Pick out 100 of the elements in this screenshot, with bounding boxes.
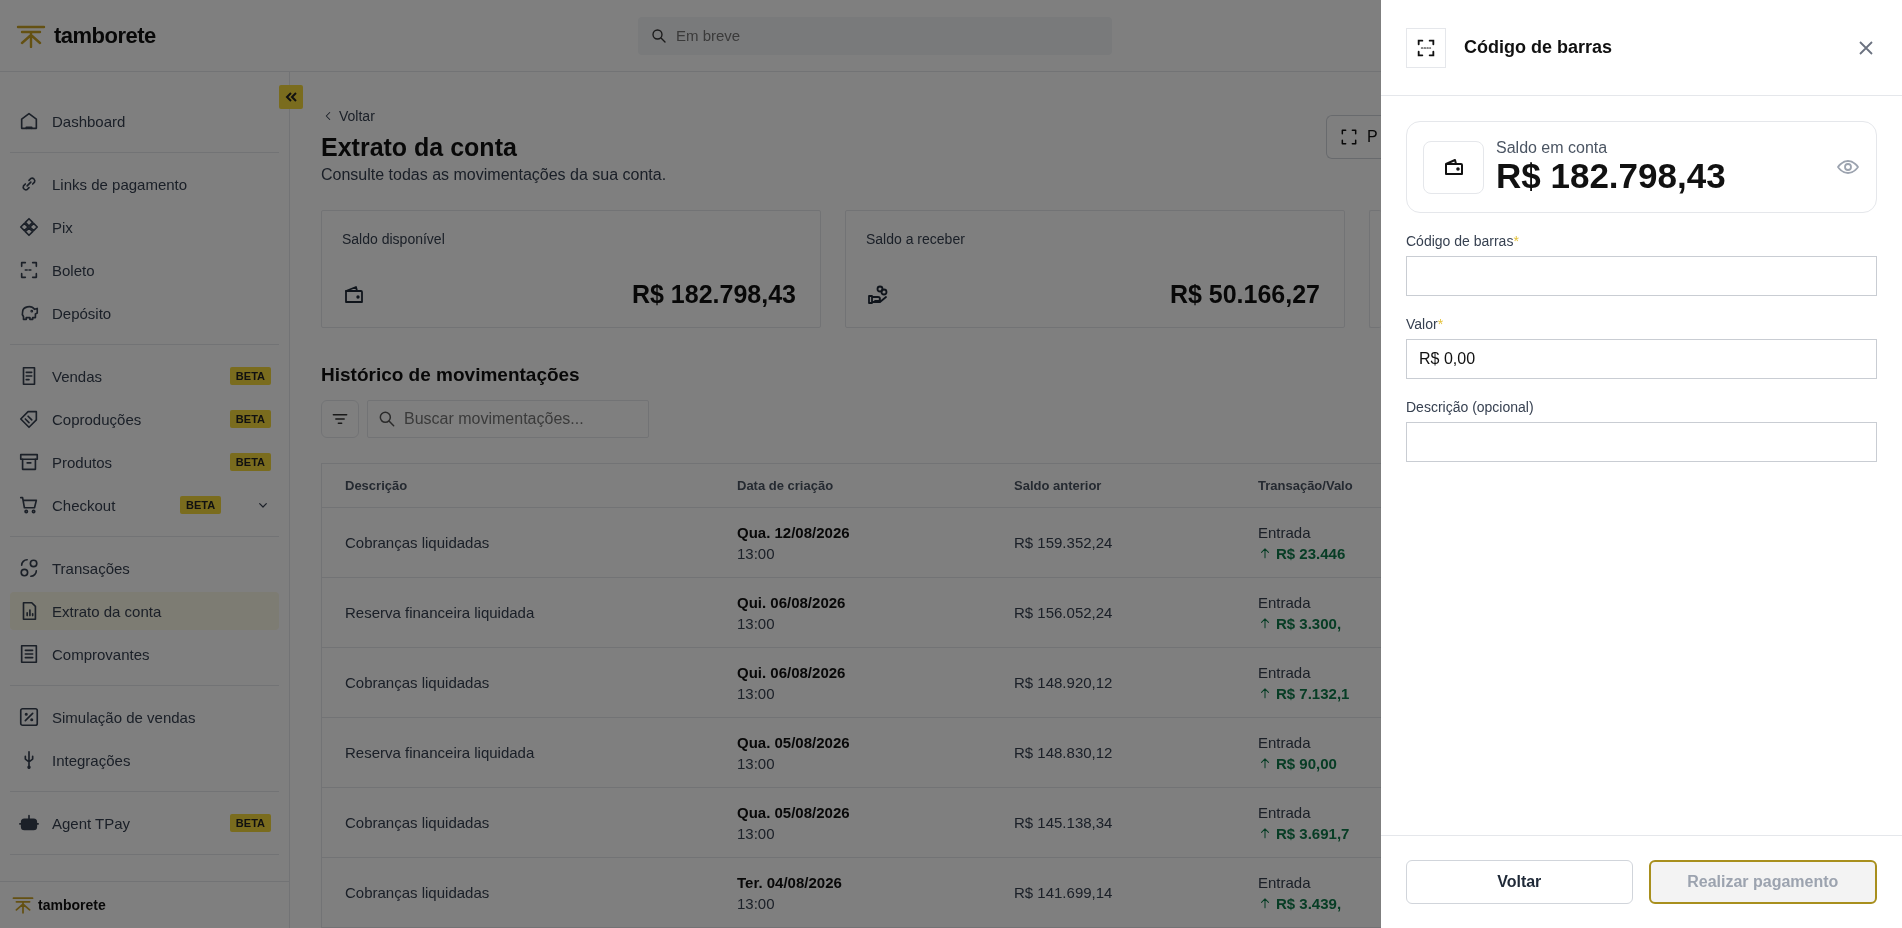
sidebar-item[interactable]: Transações [10,549,279,587]
time-text: 13:00 [737,614,775,632]
sidebar-item[interactable]: Produtos BETA [10,443,279,481]
table-cell-text: R$ 148.920,12 [1014,674,1114,691]
transaction-type: Entrada [1258,663,1311,681]
back-link[interactable]: Voltar [321,108,375,124]
card-value: R$ 50.166,27 [1169,280,1320,309]
arrow-up-icon [1258,686,1272,700]
home-icon [18,110,40,132]
arrow-up-icon [1258,756,1272,770]
field-label: Código de barras* [1406,233,1520,249]
wallet-icon [1423,140,1484,194]
time-text: 13:00 [737,754,775,772]
input-field[interactable]: R$ 0,00 [1406,339,1877,379]
logo-text: tamborete [38,897,106,913]
table-cell-text: Cobranças liquidadas [345,814,491,831]
date-text: Qua. 05/08/2026 [737,803,850,821]
table-cell-text: Cobranças liquidadas [345,534,491,551]
card-label: Saldo a receber [866,231,966,247]
amount-text: R$ 7.132,1 [1276,684,1350,702]
time-text: 13:00 [737,544,775,562]
search-field[interactable]: Buscar movimentações... [367,400,649,438]
logo-text: tamborete [54,22,156,49]
table-cell-text: Reserva financeira liquidada [345,744,536,761]
table-cell-text: Cobranças liquidadas [345,884,491,901]
transaction-type: Entrada [1258,873,1311,891]
date-text: Qua. 05/08/2026 [737,733,850,751]
sidebar-item[interactable]: Boleto [10,251,279,289]
amount-text: R$ 3.439, [1276,894,1342,912]
sidebar-item[interactable]: Simulação de vendas [10,698,279,736]
scan-icon [18,259,40,281]
sidebar-item[interactable]: Coproduções BETA [10,400,279,438]
input-field[interactable] [1406,422,1877,462]
percent-icon [18,706,40,728]
date-text: Qui. 06/08/2026 [737,663,846,681]
amount-text: R$ 90,00 [1276,754,1337,772]
sidebar-item[interactable]: Dashboard [10,102,279,140]
column-header: Transação/Valo [1258,478,1354,493]
table-cell-text: R$ 148.830,12 [1014,744,1114,761]
beta-badge: BETA [229,453,271,471]
arrow-up-icon [1258,616,1272,630]
action-button[interactable]: P [1326,115,1381,159]
sidebar-item[interactable]: Vendas BETA [10,357,279,395]
scan-icon [1406,27,1446,68]
transaction-type: Entrada [1258,803,1311,821]
filter-button[interactable] [321,400,359,438]
double-chevron-icon [284,90,298,104]
logo-icon [12,896,34,914]
column-header: Descrição [345,478,409,493]
tag-icon [18,408,40,430]
card-label: Saldo disponível [342,231,446,247]
arrow-up-icon [1258,896,1272,910]
sidebar-item[interactable]: Pix [10,208,279,246]
cycle-icon [18,557,40,579]
column-header: Data de criação [737,478,835,493]
table-cell-text: Cobranças liquidadas [345,674,491,691]
sidebar-item[interactable]: Checkout BETA [10,486,279,524]
table-cell-text: R$ 145.138,34 [1014,814,1114,831]
beta-badge: BETA [180,496,222,514]
collapse-button[interactable] [279,85,303,109]
arrow-up-icon [1258,546,1272,560]
beta-badge: BETA [229,814,271,832]
amount-text: R$ 23.446 [1276,544,1346,562]
table-cell-text: R$ 159.352,24 [1014,534,1114,551]
amount-text: R$ 3.691,7 [1276,824,1350,842]
input-field[interactable] [1406,256,1877,296]
field-label: Descrição (opcional) [1406,399,1535,415]
field-label: Valor* [1406,316,1445,332]
archive-icon [18,451,40,473]
date-text: Qua. 12/08/2026 [737,523,850,541]
section-title: Histórico de movimentações [321,364,581,386]
time-text: 13:00 [737,684,775,702]
amount-text: R$ 3.300, [1276,614,1342,632]
balance-value: R$ 182.798,43 [1496,156,1727,196]
diamond-icon [18,216,40,238]
transaction-type: Entrada [1258,523,1311,541]
scan-icon [1339,127,1359,147]
sidebar-item[interactable]: Links de pagamento [10,165,279,203]
sidebar-item[interactable]: Depósito [10,294,279,332]
table-cell-text: R$ 141.699,14 [1014,884,1114,901]
date-text: Qui. 06/08/2026 [737,593,846,611]
table-cell-text: Reserva financeira liquidada [345,604,536,621]
transaction-type: Entrada [1258,593,1311,611]
card-value: R$ 182.798,43 [631,280,796,309]
sidebar-item[interactable]: Integrações [10,741,279,779]
back-button[interactable]: Voltar [1406,860,1633,904]
arrow-up-icon [1258,826,1272,840]
search-field[interactable]: Em breve [638,16,1112,55]
beta-badge: BETA [229,410,271,428]
time-text: 13:00 [737,894,775,912]
sidebar-item[interactable]: Agent TPay BETA [10,804,279,842]
page-title: Extrato da conta [321,133,518,162]
time-text: 13:00 [737,824,775,842]
sidebar-item[interactable]: Extrato da conta [10,592,279,630]
logo-icon [16,23,46,48]
sidebar-item[interactable]: Comprovantes [10,635,279,673]
transaction-type: Entrada [1258,733,1311,751]
list-icon [18,643,40,665]
date-text: Ter. 04/08/2026 [737,873,842,891]
table-cell-text: R$ 156.052,24 [1014,604,1114,621]
